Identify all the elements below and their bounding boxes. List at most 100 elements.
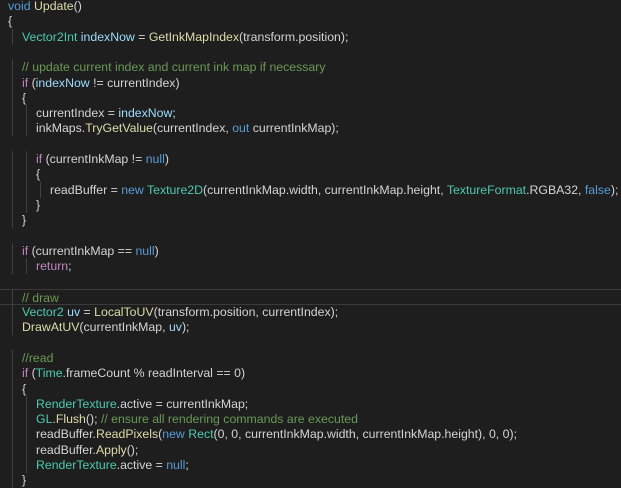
code-line[interactable]: return; <box>0 258 621 275</box>
indent-guide <box>26 426 27 443</box>
code-text: if (currentInkMap == null) <box>22 243 159 259</box>
code-line[interactable]: DrawAtUV(currentInkMap, uv); <box>0 319 621 336</box>
code-line[interactable]: { <box>0 89 621 106</box>
code-text: return; <box>36 258 72 274</box>
code-token: .RGBA32, <box>526 182 585 197</box>
code-token: indexNow <box>118 106 173 121</box>
indent-guide <box>12 196 13 213</box>
code-token: uv <box>67 305 81 319</box>
code-line[interactable]: if (currentInkMap != null) <box>0 151 621 167</box>
code-line[interactable]: } <box>0 196 621 213</box>
indent-guide <box>26 395 27 412</box>
code-token: DrawAtUV <box>22 320 80 335</box>
code-text: //read <box>22 350 53 366</box>
code-token: { <box>36 167 41 182</box>
code-line[interactable]: inkMaps.TryGetValue(currentIndex, out cu… <box>0 120 621 137</box>
code-text: } <box>22 472 26 488</box>
code-text: readBuffer.ReadPixels(new Rect(0, 0, cur… <box>36 426 517 442</box>
indent-guide <box>12 441 13 458</box>
code-line[interactable]: if (indexNow != currentIndex) <box>0 74 621 91</box>
code-token: != currentIndex) <box>89 75 180 90</box>
code-line[interactable]: void Update() <box>0 0 621 14</box>
code-token: (transform.position); <box>239 29 349 44</box>
indent-guide <box>12 59 13 76</box>
code-line[interactable]: } <box>0 472 621 488</box>
indent-guide <box>12 74 13 91</box>
code-text: inkMaps.TryGetValue(currentIndex, out cu… <box>36 120 339 136</box>
code-token: currentIndex = <box>36 106 119 121</box>
code-token: readBuffer. <box>36 442 96 457</box>
code-token: Vector2Int <box>22 29 78 44</box>
code-line[interactable]: { <box>0 13 621 29</box>
code-token: RenderTexture <box>36 396 117 411</box>
indent-guide <box>26 457 27 473</box>
code-editor[interactable]: void Update(){Vector2Int indexNow = GetI… <box>0 0 621 488</box>
code-token: { <box>22 381 27 396</box>
code-line[interactable]: RenderTexture.active = currentInkMap; <box>0 395 621 412</box>
code-line[interactable] <box>0 228 621 244</box>
code-token: null <box>145 152 165 166</box>
indent-guide <box>26 120 27 137</box>
code-line[interactable]: Vector2Int indexNow = GetInkMapIndex(tra… <box>0 28 621 45</box>
code-text: readBuffer.Apply(); <box>36 442 138 458</box>
code-line[interactable]: // draw <box>0 288 621 306</box>
code-token: ; <box>68 259 72 274</box>
code-token: (currentInkMap.width, currentInkMap.heig… <box>203 182 447 197</box>
code-text: // update current index and current ink … <box>22 59 325 75</box>
code-line[interactable] <box>0 273 621 289</box>
code-token: TryGetValue <box>85 121 153 136</box>
code-token: inkMaps. <box>36 121 86 136</box>
code-line[interactable] <box>0 136 621 152</box>
code-line[interactable]: GL.Flush(); // ensure all rendering comm… <box>0 411 621 428</box>
code-line[interactable]: readBuffer.ReadPixels(new Rect(0, 0, cur… <box>0 426 621 443</box>
code-line[interactable]: { <box>0 380 621 397</box>
code-token: = <box>134 29 149 44</box>
code-token: ); <box>181 320 190 335</box>
indent-guide <box>12 395 13 412</box>
code-line[interactable]: } <box>0 212 621 229</box>
code-token: { <box>22 90 27 105</box>
code-line[interactable]: // update current index and current ink … <box>0 59 621 76</box>
code-text: { <box>8 13 12 29</box>
code-line[interactable]: currentIndex = indexNow; <box>0 105 621 122</box>
indent-guide <box>40 181 41 198</box>
code-token: LocalToUV <box>94 305 154 319</box>
code-token: indexNow <box>80 29 135 44</box>
code-text: { <box>22 90 26 106</box>
indent-guide <box>26 166 27 183</box>
code-line[interactable]: readBuffer.Apply(); <box>0 441 621 458</box>
code-token: TextureFormat <box>446 182 527 197</box>
code-token: (transform.position, currentIndex); <box>153 305 339 319</box>
code-line[interactable]: //read <box>0 349 621 366</box>
code-text: { <box>22 381 26 397</box>
indent-guide <box>12 426 13 443</box>
code-line[interactable]: { <box>0 166 621 183</box>
code-token: ) <box>164 152 169 166</box>
code-token: indexNow <box>35 75 90 90</box>
code-line[interactable]: RenderTexture.active = null; <box>0 457 621 473</box>
code-line[interactable]: if (Time.frameCount % readInterval == 0) <box>0 365 621 382</box>
indent-guide <box>12 258 13 275</box>
code-text: currentIndex = indexNow; <box>36 105 176 121</box>
code-text: if (currentInkMap != null) <box>36 151 169 167</box>
indent-guide <box>12 242 13 259</box>
indent-guide <box>26 441 27 458</box>
code-line[interactable]: if (currentInkMap == null) <box>0 242 621 259</box>
indent-guide <box>12 181 13 198</box>
code-line[interactable]: readBuffer = new Texture2D(currentInkMap… <box>0 181 621 198</box>
code-token: readBuffer. <box>36 427 96 442</box>
indent-guide <box>12 151 13 167</box>
code-line[interactable]: Vector2 uv = LocalToUV(transform.positio… <box>0 304 621 320</box>
indent-guide <box>26 411 27 428</box>
code-text: } <box>36 197 40 213</box>
code-line[interactable] <box>0 335 621 351</box>
code-token: ; <box>172 106 176 121</box>
code-line[interactable] <box>0 44 621 60</box>
code-token: ReadPixels <box>95 427 159 442</box>
code-token: Texture2D <box>146 182 204 197</box>
indent-guide <box>12 105 13 122</box>
indent-guide <box>12 89 13 106</box>
code-token: (currentInkMap == <box>28 243 136 258</box>
indent-guide <box>12 304 13 320</box>
code-text: Vector2Int indexNow = GetInkMapIndex(tra… <box>22 29 348 45</box>
